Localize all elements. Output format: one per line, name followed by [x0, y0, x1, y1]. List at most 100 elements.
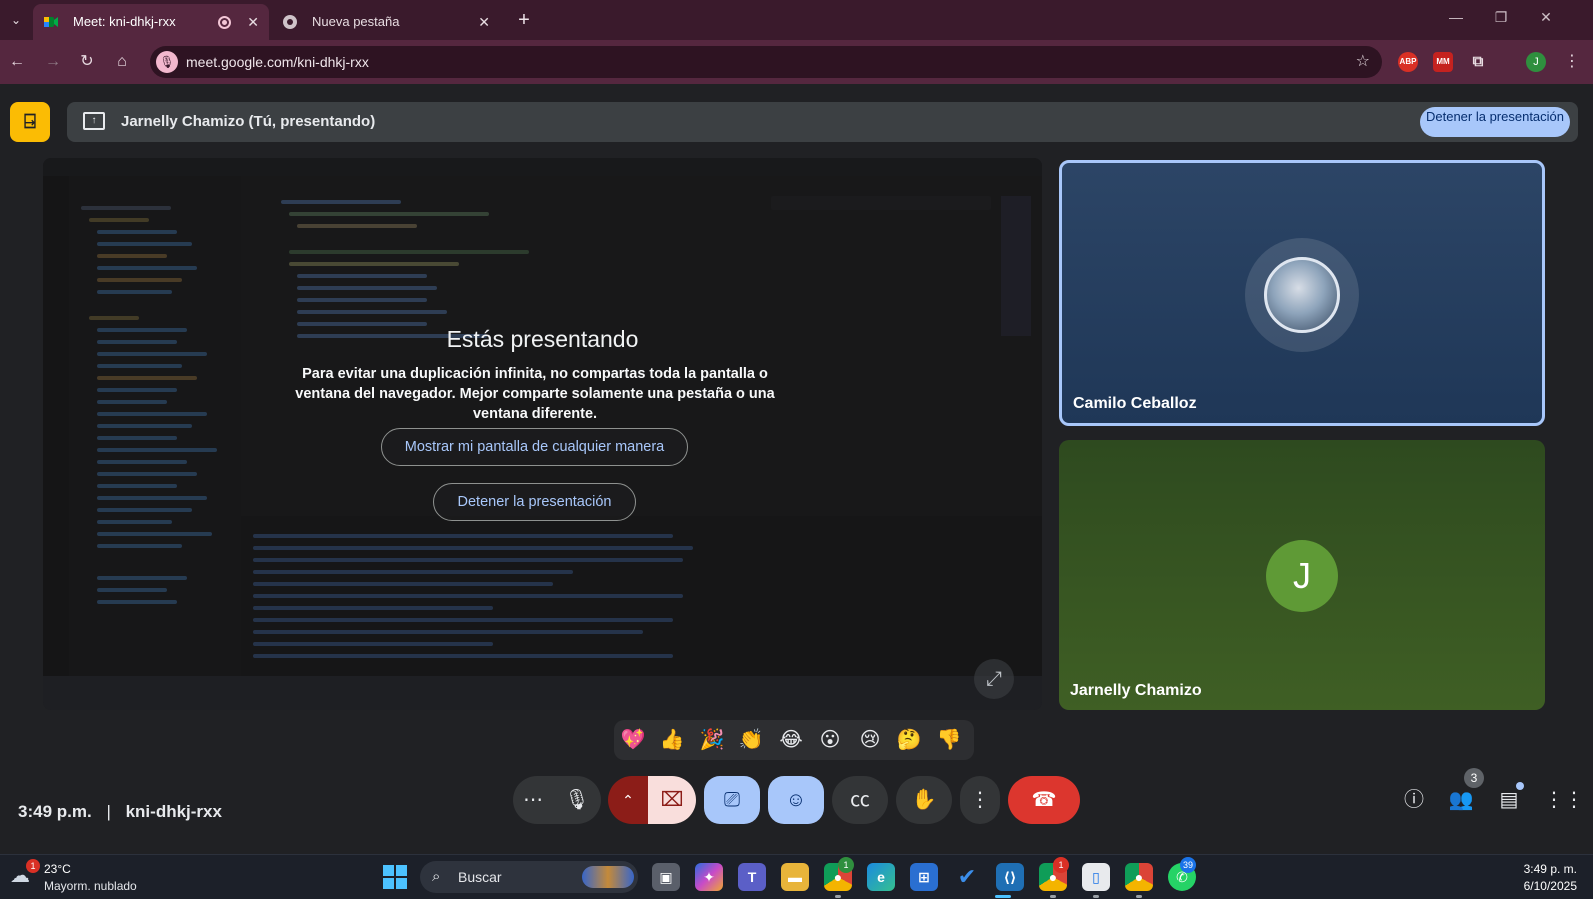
running-indicator	[835, 895, 841, 898]
search-icon: ⌕	[432, 868, 441, 885]
meeting-code: kni-dhkj-rxx	[125, 802, 222, 821]
stop-presenting-button[interactable]: Detener la presentación	[433, 483, 636, 521]
captions-icon[interactable]: ㏄	[832, 776, 888, 824]
active-indicator	[995, 895, 1011, 898]
tab-new-tab[interactable]: Nueva pestaña ✕	[272, 4, 500, 40]
minimize-icon[interactable]: —	[1446, 9, 1466, 25]
bookmark-star-icon[interactable]: ☆	[1356, 46, 1370, 78]
reaction-sparkling-heart[interactable]: 💖	[618, 726, 648, 754]
presenting-banner: ↑ Jarnelly Chamizo (Tú, presentando) Det…	[67, 102, 1578, 142]
stop-presenting-top-button[interactable]: Detener la presentación	[1420, 107, 1570, 137]
weather-desc[interactable]: Mayorm. nublado	[44, 879, 137, 893]
weather-badge: 1	[26, 859, 40, 873]
windows-taskbar: ☁ 1 23°C Mayorm. nublado ⌕ Buscar ▣ ✦ T …	[0, 854, 1593, 899]
teams-icon[interactable]: T	[738, 863, 766, 891]
search-highlight-art	[582, 866, 634, 888]
browser-tab-bar: ⌄ Meet: kni-dhkj-rxx ✕ Nueva pestaña ✕ +…	[0, 0, 1593, 40]
end-call-icon[interactable]: ☎	[1008, 776, 1080, 824]
address-bar[interactable]: 🎙 meet.google.com/kni-dhkj-rxx ☆	[150, 46, 1382, 78]
copilot-icon[interactable]: ✦	[695, 863, 723, 891]
meet-call-view: ⍈ ↑ Jarnelly Chamizo (Tú, presentando) D…	[0, 84, 1593, 854]
avatar-ring	[1245, 238, 1359, 352]
reaction-thinking[interactable]: 🤔	[894, 726, 924, 754]
reaction-clapping[interactable]: 👏	[736, 726, 766, 754]
new-tab-plus-icon[interactable]: +	[511, 7, 537, 33]
home-icon[interactable]: ⌂	[111, 51, 133, 73]
reaction-surprised[interactable]: 😮	[815, 726, 845, 754]
presenting-warning-body: Para evitar una duplicación infinita, no…	[295, 366, 775, 422]
tab-search-chevron-icon[interactable]: ⌄	[6, 10, 26, 30]
weather-temp[interactable]: 23°C	[44, 862, 71, 876]
present-screen-icon: ↑	[83, 112, 105, 130]
system-clock-time[interactable]: 3:49 p. m.	[1524, 862, 1577, 876]
running-indicator	[1050, 895, 1056, 898]
meeting-info-icon[interactable]: ⓘ	[1401, 787, 1427, 813]
camera-options-chevron-icon[interactable]: ⌃	[608, 776, 648, 824]
microphone-in-use-icon[interactable]: 🎙	[156, 51, 178, 73]
reaction-thumbs-down[interactable]: 👎	[934, 726, 964, 754]
participant-tile[interactable]: Camilo Ceballoz	[1059, 160, 1545, 426]
chrome-profile-3-icon[interactable]: ●	[1125, 863, 1153, 891]
chrome-profile-badge: 1	[1053, 857, 1069, 873]
shared-screen-preview: Estás presentando Para evitar una duplic…	[43, 158, 1042, 710]
close-tab-icon[interactable]: ✕	[247, 4, 259, 40]
participant-name: Camilo Ceballoz	[1073, 395, 1197, 412]
profile-avatar[interactable]: J	[1526, 52, 1546, 72]
chat-icon[interactable]: ▤	[1496, 787, 1522, 813]
system-clock-date[interactable]: 6/10/2025	[1524, 879, 1577, 893]
task-view-icon[interactable]: ▣	[652, 863, 680, 891]
companion-mode-icon[interactable]: ⍈	[10, 102, 50, 142]
phone-link-icon[interactable]: ▯	[1082, 863, 1110, 891]
url-text[interactable]: meet.google.com/kni-dhkj-rxx	[186, 46, 369, 78]
participant-tile[interactable]: J Jarnelly Chamizo	[1059, 440, 1545, 710]
avatar: J	[1266, 540, 1338, 612]
back-arrow-icon[interactable]: ←	[6, 51, 28, 73]
browser-toolbar: ← → ↻ ⌂ 🎙 meet.google.com/kni-dhkj-rxx ☆…	[0, 40, 1593, 84]
presenting-warning-title: Estás presentando	[446, 326, 639, 352]
search-placeholder: Buscar	[458, 869, 502, 885]
tab-meet[interactable]: Meet: kni-dhkj-rxx ✕	[33, 4, 269, 40]
edge-icon[interactable]: e	[867, 863, 895, 891]
todo-check-icon[interactable]: ✔	[953, 863, 981, 891]
microphone-icon[interactable]: 🎙	[553, 776, 601, 824]
people-icon[interactable]: 👥	[1448, 787, 1474, 813]
audio-options-icon[interactable]: ⋯	[513, 776, 553, 824]
taskbar-search[interactable]: ⌕ Buscar	[420, 861, 638, 893]
file-explorer-icon[interactable]: ▬	[781, 863, 809, 891]
mm-extension-icon[interactable]: MM	[1433, 52, 1453, 72]
window-close-icon[interactable]: ✕	[1536, 9, 1556, 26]
raise-hand-icon[interactable]: ✋	[896, 776, 952, 824]
avatar	[1264, 257, 1340, 333]
recording-indicator-icon	[218, 16, 231, 29]
vscode-icon[interactable]: ⟨⟩	[996, 863, 1024, 891]
tab-title: Meet: kni-dhkj-rxx	[73, 14, 176, 29]
close-tab-icon[interactable]: ✕	[478, 4, 490, 40]
present-screen-button[interactable]: ⎚	[704, 776, 760, 824]
expand-icon[interactable]: ⤢	[974, 659, 1014, 699]
forward-arrow-icon[interactable]: →	[42, 51, 64, 73]
adblock-plus-extension-icon[interactable]: ABP	[1398, 52, 1418, 72]
microsoft-store-icon[interactable]: ⊞	[910, 863, 938, 891]
running-indicator	[1136, 895, 1142, 898]
camera-off-icon[interactable]: ⌧	[648, 776, 696, 824]
windows-start-icon[interactable]	[383, 865, 407, 889]
google-meet-icon	[44, 17, 58, 27]
reactions-bar: 💖 👍 🎉 👏 😂 😮 😢 🤔 👎	[614, 720, 974, 760]
people-count-badge: 3	[1464, 768, 1484, 788]
reaction-laughing[interactable]: 😂	[776, 726, 806, 754]
chrome-menu-icon[interactable]: ⋮	[1561, 51, 1583, 73]
reload-icon[interactable]: ↻	[76, 51, 98, 73]
reaction-party-popper[interactable]: 🎉	[697, 726, 727, 754]
activities-grid-icon[interactable]: ⋮⋮	[1544, 787, 1584, 813]
reaction-sad[interactable]: 😢	[855, 726, 885, 754]
more-options-icon[interactable]: ⋮	[960, 776, 1000, 824]
emoji-reactions-icon[interactable]: ☺	[768, 776, 824, 824]
restore-icon[interactable]: ❐	[1491, 9, 1511, 26]
tab-title: Nueva pestaña	[312, 14, 400, 29]
reaction-thumbs-up[interactable]: 👍	[657, 726, 687, 754]
chat-unread-dot	[1516, 782, 1524, 790]
whatsapp-badge: 39	[1180, 857, 1197, 873]
show-screen-anyway-button[interactable]: Mostrar mi pantalla de cualquier manera	[381, 428, 688, 466]
separator: |	[106, 802, 111, 821]
extensions-puzzle-icon[interactable]: ⧉	[1468, 52, 1488, 72]
